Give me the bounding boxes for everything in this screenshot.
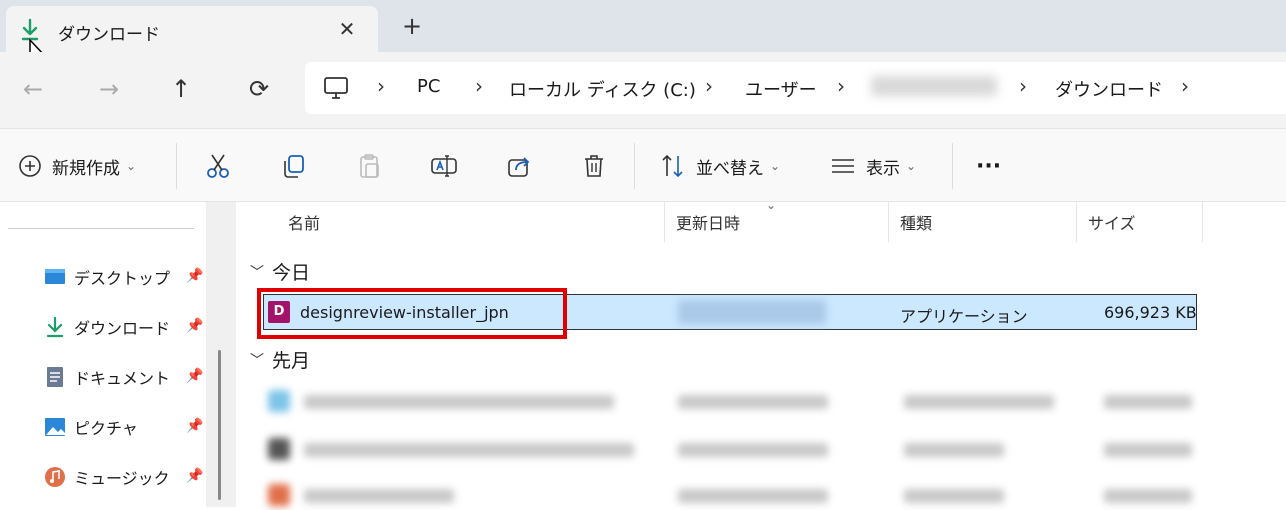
more-options-button[interactable]: ··· <box>976 129 1001 203</box>
breadcrumb-user-blurred[interactable] <box>871 76 997 96</box>
file-row-blurred[interactable] <box>268 484 1198 510</box>
cut-button[interactable] <box>204 129 232 203</box>
music-icon <box>45 467 65 487</box>
pin-icon[interactable]: 📌 <box>186 318 203 334</box>
sidebar-item-desktop[interactable]: デスクトップ <box>44 262 170 292</box>
sidebar-item-music[interactable]: ミュージック <box>44 462 170 492</box>
sort-button-label: 並べ替え <box>696 158 764 179</box>
chevron-down-icon: ⌄ <box>906 159 917 173</box>
navigation-bar: ← → ↑ ⟳ › PC › ローカル ディスク (C:) › ユーザー › ›… <box>0 52 1286 128</box>
navigation-pane-scroll-thumb[interactable] <box>218 350 221 500</box>
sort-button[interactable]: 並べ替え ⌄ <box>660 129 780 203</box>
breadcrumb-pc[interactable]: PC <box>417 76 440 97</box>
pin-icon[interactable]: 📌 <box>186 468 203 484</box>
pin-icon[interactable]: 📌 <box>186 368 203 384</box>
column-header-type[interactable]: 種類 <box>900 210 932 234</box>
group-header-today[interactable]: ﹀ 今日 <box>250 258 310 285</box>
sidebar-item-label: ドキュメント <box>74 369 171 388</box>
column-header-modified[interactable]: 更新日時 <box>676 210 740 234</box>
sort-icon <box>662 154 683 178</box>
download-icon <box>46 316 64 338</box>
share-icon <box>508 157 530 177</box>
rename-icon <box>431 155 457 177</box>
chevron-down-icon: ﹀ <box>250 352 264 369</box>
up-button[interactable]: ↑ <box>166 74 196 104</box>
chevron-down-icon: ⌄ <box>126 159 137 173</box>
sidebar-item-label: ピクチャ <box>74 419 138 438</box>
delete-button[interactable] <box>580 129 608 203</box>
column-header-name[interactable]: 名前 <box>288 210 320 234</box>
chevron-down-icon: ﹀ <box>250 264 264 281</box>
close-tab-button[interactable]: ✕ <box>334 16 360 42</box>
sidebar-item-label: ミュージック <box>74 469 170 488</box>
sidebar-item-downloads[interactable]: ダウンロード <box>44 312 170 342</box>
column-header-row: 名前 ⌄ 更新日時 種類 サイズ <box>236 198 1286 242</box>
group-label: 今日 <box>272 262 311 284</box>
desktop-icon <box>45 269 65 284</box>
pictures-icon <box>45 418 65 436</box>
paste-button[interactable] <box>356 129 384 203</box>
copy-icon <box>284 155 304 178</box>
breadcrumb-separator-icon: › <box>705 74 713 98</box>
file-type: アプリケーション <box>900 307 1028 326</box>
view-button-label: 表示 <box>866 158 900 179</box>
group-header-last-month[interactable]: ﹀ 先月 <box>250 346 310 373</box>
new-button-label: 新規作成 <box>52 158 120 179</box>
back-button[interactable]: ← <box>18 74 48 104</box>
refresh-button[interactable]: ⟳ <box>244 74 274 104</box>
tab-strip: ダウンロード ✕ + <box>0 0 1286 52</box>
computer-icon <box>324 77 348 99</box>
forward-button[interactable]: → <box>94 74 124 104</box>
tab-title: ダウンロード <box>58 25 160 45</box>
clipboard-icon <box>360 154 379 178</box>
plus-circle-icon <box>19 155 41 177</box>
breadcrumb-separator-icon: › <box>475 74 483 98</box>
breadcrumb-separator-icon: › <box>837 74 845 98</box>
trash-icon <box>585 155 603 177</box>
tab-downloads[interactable]: ダウンロード ✕ <box>6 6 378 52</box>
breadcrumb-separator-icon: › <box>1019 74 1027 98</box>
chevron-down-icon: ⌄ <box>770 159 781 173</box>
view-button[interactable]: 表示 ⌄ <box>830 129 916 203</box>
sidebar-item-label: デスクトップ <box>74 269 171 288</box>
sort-indicator-icon: ⌄ <box>766 198 777 212</box>
new-tab-button[interactable]: + <box>398 12 426 40</box>
sidebar-item-label: ダウンロード <box>74 319 171 338</box>
sidebar-item-documents[interactable]: ドキュメント <box>44 362 170 392</box>
breadcrumb-separator-icon: › <box>377 74 385 98</box>
file-size: 696,923 KB <box>1104 303 1197 322</box>
rename-button[interactable] <box>430 129 458 203</box>
pin-icon[interactable]: 📌 <box>186 268 203 284</box>
share-button[interactable] <box>506 129 534 203</box>
document-icon <box>47 367 63 387</box>
file-row-blurred[interactable] <box>268 438 1198 464</box>
file-row-blurred[interactable] <box>268 390 1198 416</box>
navigation-pane-scrollbar[interactable] <box>206 202 236 507</box>
scissors-icon <box>207 154 229 178</box>
more-icon: ··· <box>976 153 1002 179</box>
pin-icon[interactable]: 📌 <box>186 418 203 434</box>
breadcrumb-users[interactable]: ユーザー <box>745 76 817 102</box>
new-button[interactable]: 新規作成 ⌄ <box>18 129 136 203</box>
column-header-size[interactable]: サイズ <box>1088 210 1136 234</box>
breadcrumb-separator-icon: › <box>1181 74 1189 98</box>
breadcrumb-local-disk[interactable]: ローカル ディスク (C:) <box>509 76 696 102</box>
command-bar: 新規作成 ⌄ 並べ替え ⌄ 表示 ⌄ ··· <box>0 128 1286 202</box>
view-list-icon <box>832 159 854 173</box>
breadcrumb-downloads[interactable]: ダウンロード <box>1055 76 1163 102</box>
group-label: 先月 <box>272 350 311 372</box>
copy-button[interactable] <box>280 129 308 203</box>
sidebar-item-pictures[interactable]: ピクチャ <box>44 412 138 442</box>
address-bar[interactable]: › PC › ローカル ディスク (C:) › ユーザー › › ダウンロード … <box>305 62 1286 114</box>
highlight-box <box>257 288 567 339</box>
file-modified-blurred <box>678 300 826 324</box>
